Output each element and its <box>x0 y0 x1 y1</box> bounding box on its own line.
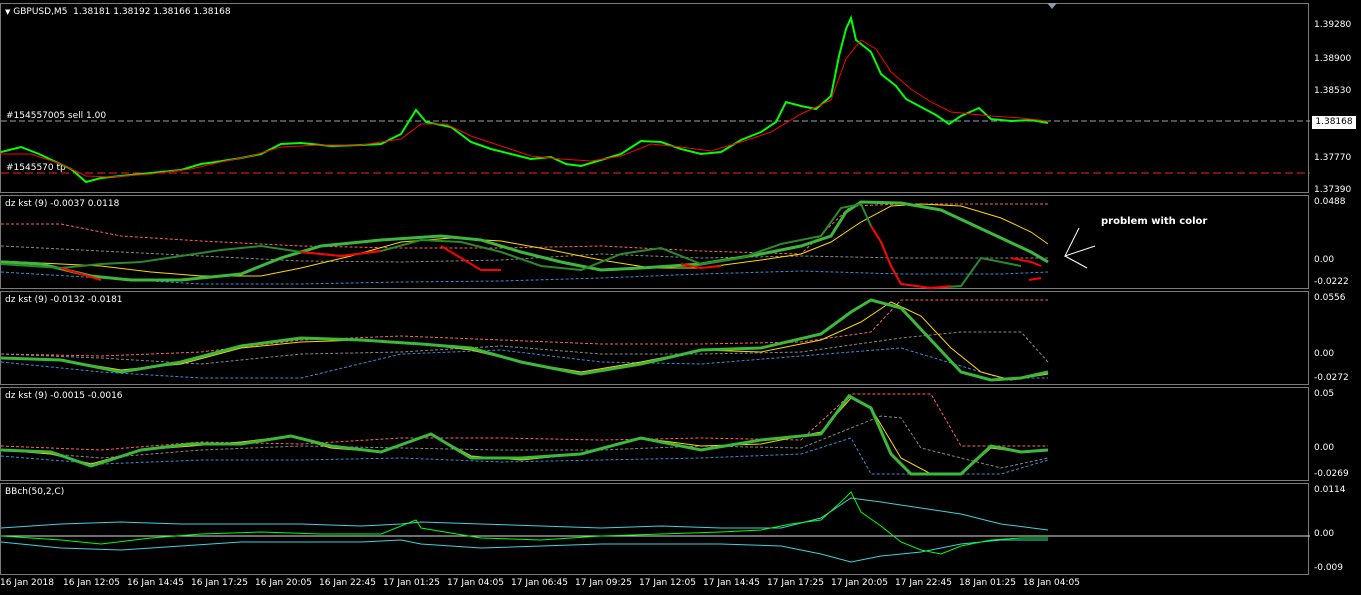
time-label: 17 Jan 20:05 <box>831 578 888 588</box>
kst1-axis: 0.0488 0.00 -0.0222 <box>1310 195 1361 289</box>
annotation-arrow-icon <box>1064 227 1096 257</box>
time-label: 18 Jan 01:25 <box>959 578 1016 588</box>
time-label: 17 Jan 12:05 <box>639 578 696 588</box>
time-label: 16 Jan 2018 <box>0 578 54 588</box>
kst3-axis: 0.05 0.00 -0.0269 <box>1310 387 1361 481</box>
kst2-dashed-grey <box>1 331 1049 365</box>
annotation-arrow-stem <box>1064 255 1088 269</box>
kst2-series <box>1 298 1049 382</box>
bb-tick: -0.009 <box>1314 563 1344 573</box>
time-label: 17 Jan 01:25 <box>383 578 440 588</box>
kst1-tick: 0.00 <box>1314 255 1335 265</box>
price-tick: 1.37770 <box>1314 153 1352 163</box>
kst1-dashed-red <box>1 203 1048 255</box>
kst3-tick: 0.05 <box>1314 389 1335 399</box>
bb-tick: 0.00 <box>1314 529 1335 539</box>
kst1-main-line <box>1 202 1022 290</box>
time-label: 16 Jan 12:05 <box>63 578 120 588</box>
kst1-red-segment-g <box>1028 277 1042 281</box>
price-tick: 1.37390 <box>1314 185 1352 195</box>
price-axis: 1.39280 1.38900 1.38530 1.37770 1.37390 <box>1310 3 1361 195</box>
price-tick: 1.38530 <box>1314 86 1352 96</box>
time-label: 17 Jan 04:05 <box>447 578 504 588</box>
time-label: 16 Jan 20:05 <box>255 578 312 588</box>
time-label: 18 Jan 04:05 <box>1023 578 1080 588</box>
time-label: 16 Jan 17:25 <box>191 578 248 588</box>
price-candles-trace <box>1 14 1049 184</box>
kst1-green-line <box>1 200 1049 282</box>
time-label: 17 Jan 22:45 <box>895 578 952 588</box>
time-label: 17 Jan 14:45 <box>703 578 760 588</box>
kst1-red-segment-e <box>870 225 952 290</box>
kst2-axis: 0.0556 0.00 -0.0272 <box>1310 291 1361 385</box>
kst3-tick: 0.00 <box>1314 443 1335 453</box>
kst-panel-1[interactable]: dz kst (9) -0.0037 0.0118 problem with c… <box>0 195 1309 290</box>
kst3-series <box>1 393 1049 476</box>
bb-tick: 0.0114 <box>1314 485 1346 495</box>
price-series <box>1 14 1310 184</box>
kst-panel-2[interactable]: dz kst (9) -0.0132 -0.0181 <box>0 291 1309 385</box>
price-chart-panel[interactable]: ▼ GBPUSD,M5 1.38181 1.38192 1.38166 1.38… <box>0 3 1310 193</box>
time-label: 17 Jan 09:25 <box>575 578 632 588</box>
bb-panel[interactable]: BBch(50,2,C) <box>0 483 1310 575</box>
bb-series <box>1 491 1310 563</box>
kst2-tick: -0.0272 <box>1314 373 1349 383</box>
kst2-green-line <box>1 298 1049 382</box>
kst1-red-segment-a <box>60 267 102 281</box>
kst2-tick: 0.00 <box>1314 349 1335 359</box>
kst2-dashed-red <box>1 299 1048 357</box>
bb-lower-band <box>1 539 1048 563</box>
kst1-tick: 0.0488 <box>1314 197 1346 207</box>
kst3-yellow-line <box>1 397 1049 475</box>
time-label: 16 Jan 22:45 <box>319 578 376 588</box>
current-price-label: 1.38168 <box>1312 116 1356 129</box>
price-tick: 1.38900 <box>1314 54 1352 64</box>
bb-axis: 0.0114 0.00 -0.009 <box>1310 483 1361 575</box>
price-tick: 1.39280 <box>1314 20 1352 30</box>
kst3-green-line <box>1 394 1049 476</box>
kst3-tick: -0.0269 <box>1314 469 1349 479</box>
bb-upper-band <box>1 497 1049 531</box>
time-label: 17 Jan 06:45 <box>511 578 568 588</box>
kst1-tick: -0.0222 <box>1314 277 1349 287</box>
kst2-yellow-line <box>1 301 1049 381</box>
kst1-series <box>1 200 1096 290</box>
kst1-red-segment-b <box>300 250 382 258</box>
time-label: 16 Jan 14:45 <box>127 578 184 588</box>
kst-panel-3[interactable]: dz kst (9) -0.0015 -0.0016 <box>0 387 1309 481</box>
time-label: 17 Jan 17:25 <box>767 578 824 588</box>
kst2-tick: 0.0556 <box>1314 293 1346 303</box>
